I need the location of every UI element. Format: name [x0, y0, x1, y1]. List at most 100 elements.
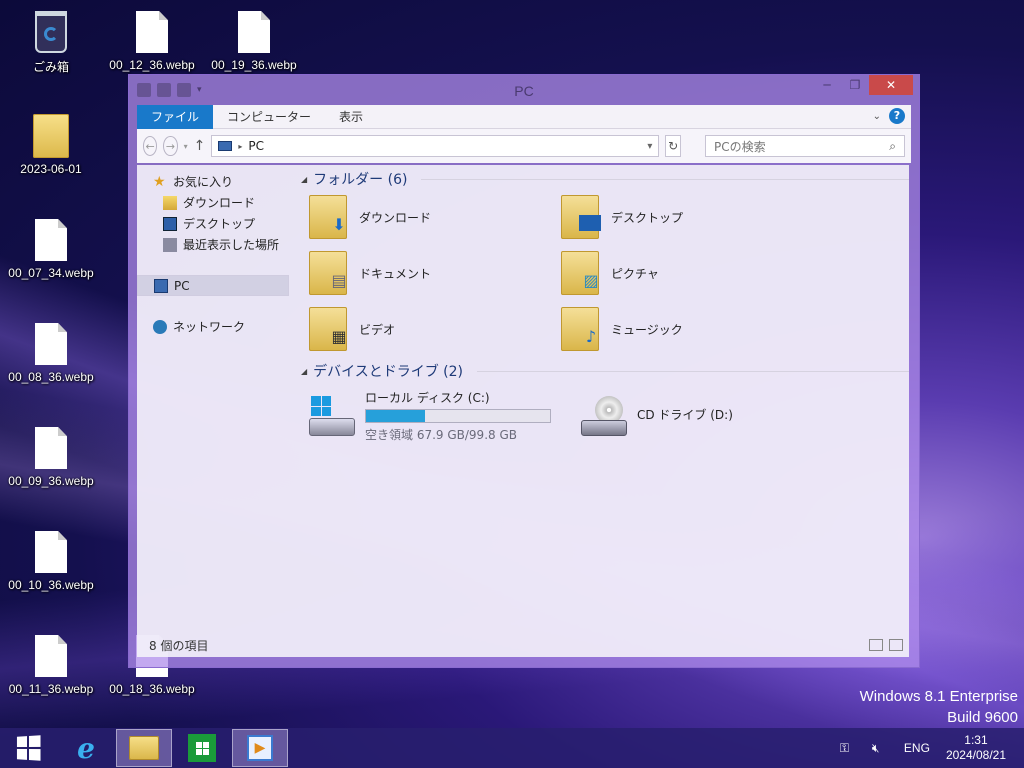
start-button[interactable]: [0, 729, 56, 767]
group-title: フォルダー (6): [313, 172, 408, 188]
folder-icon: [33, 114, 69, 158]
desktop-icon-label: 00_08_36.webp: [8, 370, 94, 384]
up-button[interactable]: ↑: [194, 138, 206, 154]
address-dropdown-icon[interactable]: ▾: [647, 141, 652, 152]
folders-grid: ⬇ ダウンロード デスクトップ ▤ ドキュメント ▨ ピクチャ ▦ ビデオ ♪ …: [297, 191, 909, 359]
input-language[interactable]: ENG: [904, 741, 930, 755]
clock[interactable]: 1:31 2024/08/21: [946, 733, 1006, 763]
file-icon: [35, 219, 67, 261]
file-icon: [35, 323, 67, 365]
store-icon: [188, 734, 216, 762]
taskbar-media-player[interactable]: ▶: [232, 729, 288, 767]
nav-label: お気に入り: [173, 175, 234, 189]
breadcrumb-separator-icon[interactable]: ▸: [238, 142, 242, 151]
nav-recent-places[interactable]: 最近表示した場所: [137, 234, 289, 255]
drive-d[interactable]: CD ドライブ (D:): [581, 389, 733, 443]
folder-documents[interactable]: ▤ ドキュメント: [309, 251, 561, 295]
desktop-icon-label: 00_09_36.webp: [8, 474, 94, 488]
group-header-drives[interactable]: ◢ デバイスとドライブ (2): [297, 359, 909, 383]
nav-desktop[interactable]: デスクトップ: [137, 213, 289, 234]
maximize-button[interactable]: ❐: [841, 75, 869, 95]
watermark-build: Build 9600: [947, 709, 1018, 726]
desktop-file[interactable]: 00_12_36.webp: [104, 8, 200, 72]
ribbon-expand-icon[interactable]: ⌄: [873, 111, 881, 122]
taskbar-file-explorer[interactable]: [116, 729, 172, 767]
nav-downloads[interactable]: ダウンロード: [137, 192, 289, 213]
desktop-icon-label: 00_10_36.webp: [8, 578, 94, 592]
navigation-pane: ★ お気に入り ダウンロード デスクトップ 最近表示した場所 PC ネットワーク: [137, 165, 289, 633]
file-icon: [238, 11, 270, 53]
clock-date: 2024/08/21: [945, 748, 1006, 762]
search-input[interactable]: PCの検索 ⌕: [705, 135, 905, 157]
download-folder-icon: ⬇: [309, 195, 347, 239]
refresh-button[interactable]: ↻: [665, 135, 681, 157]
desktop-icon-label: 00_18_36.webp: [109, 682, 195, 696]
nav-label: 最近表示した場所: [183, 238, 280, 252]
desktop-icon-label: 00_12_36.webp: [109, 58, 195, 72]
folder-label: ドキュメント: [359, 266, 432, 281]
collapse-icon[interactable]: ◢: [301, 175, 307, 184]
nav-pc[interactable]: PC: [137, 275, 289, 296]
help-icon[interactable]: ?: [889, 108, 905, 124]
forward-button[interactable]: →: [163, 136, 178, 156]
desktop-file[interactable]: 00_10_36.webp: [3, 528, 99, 592]
tab-file[interactable]: ファイル: [137, 104, 214, 129]
taskbar-internet-explorer[interactable]: e: [58, 729, 114, 767]
tab-computer[interactable]: コンピューター: [213, 105, 325, 129]
volume-muted-icon[interactable]: 🔇︎: [872, 741, 888, 755]
file-icon: [136, 11, 168, 53]
desktop-file[interactable]: 00_07_34.webp: [3, 216, 99, 280]
window-title: PC: [514, 83, 534, 99]
recycle-bin-icon-glyph: [35, 11, 67, 53]
explorer-window[interactable]: ▾ PC ─ ❐ ✕ ファイル コンピューター 表示 ⌄ ? ← → ▾ ↑ ▸…: [128, 74, 920, 668]
drives-list: ローカル ディスク (C:) 空き領域 67.9 GB/99.8 GB CD ド…: [297, 383, 909, 443]
desktop-folder[interactable]: 2023-06-01: [3, 112, 99, 176]
desktop-file[interactable]: 00_09_36.webp: [3, 424, 99, 488]
minimize-button[interactable]: ─: [813, 75, 841, 95]
nav-label: PC: [174, 278, 190, 293]
nav-network[interactable]: ネットワーク: [137, 316, 289, 337]
large-icons-view-icon[interactable]: [889, 639, 903, 651]
media-player-icon: ▶: [247, 735, 273, 761]
drive-c[interactable]: ローカル ディスク (C:) 空き領域 67.9 GB/99.8 GB: [309, 389, 551, 443]
group-title: デバイスとドライブ (2): [313, 364, 464, 380]
folder-videos[interactable]: ▦ ビデオ: [309, 307, 561, 351]
breadcrumb[interactable]: PC: [248, 139, 264, 153]
desktop-file[interactable]: 00_19_36.webp: [206, 8, 302, 72]
collapse-icon[interactable]: ◢: [301, 367, 307, 376]
search-placeholder: PCの検索: [714, 139, 766, 154]
taskbar-store[interactable]: [174, 729, 230, 767]
folder-label: ビデオ: [359, 322, 396, 337]
recycle-bin-icon[interactable]: ごみ箱: [3, 8, 99, 75]
recent-locations-icon[interactable]: ▾: [184, 142, 188, 151]
drive-usage-bar: [365, 409, 551, 423]
os-watermark: Windows 8.1 Enterprise Build 9600: [860, 686, 1018, 728]
details-view-icon[interactable]: [869, 639, 883, 651]
close-button[interactable]: ✕: [869, 75, 913, 95]
search-icon[interactable]: ⌕: [889, 139, 896, 154]
tab-view[interactable]: 表示: [325, 105, 377, 129]
back-button[interactable]: ←: [143, 136, 158, 156]
folder-downloads[interactable]: ⬇ ダウンロード: [309, 195, 561, 239]
nav-label: ネットワーク: [173, 320, 246, 334]
ribbon-tabs: ファイル コンピューター 表示 ⌄ ?: [137, 104, 911, 129]
address-input[interactable]: ▸ PC ▾: [211, 135, 660, 157]
file-icon: [35, 531, 67, 573]
network-status-icon[interactable]: ⚿: [840, 741, 856, 755]
clock-time: 1:31: [964, 733, 988, 747]
desktop-file[interactable]: 00_08_36.webp: [3, 320, 99, 384]
folder-music[interactable]: ♪ ミュージック: [561, 307, 813, 351]
download-folder-icon: [163, 195, 177, 210]
music-folder-icon: ♪: [561, 307, 599, 351]
title-bar[interactable]: ▾ PC ─ ❐ ✕: [129, 75, 919, 105]
folder-pictures[interactable]: ▨ ピクチャ: [561, 251, 813, 295]
folder-desktop[interactable]: デスクトップ: [561, 195, 813, 239]
desktop-icon-label: 00_19_36.webp: [211, 58, 297, 72]
folder-label: ピクチャ: [611, 266, 659, 281]
nav-favorites[interactable]: ★ お気に入り: [137, 171, 289, 192]
group-header-folders[interactable]: ◢ フォルダー (6): [297, 167, 909, 191]
desktop-file[interactable]: 00_11_36.webp: [3, 632, 99, 696]
status-bar: 8 個の項目: [137, 633, 909, 657]
desktop-icon-label: 2023-06-01: [20, 162, 82, 176]
network-icon: [153, 319, 167, 334]
